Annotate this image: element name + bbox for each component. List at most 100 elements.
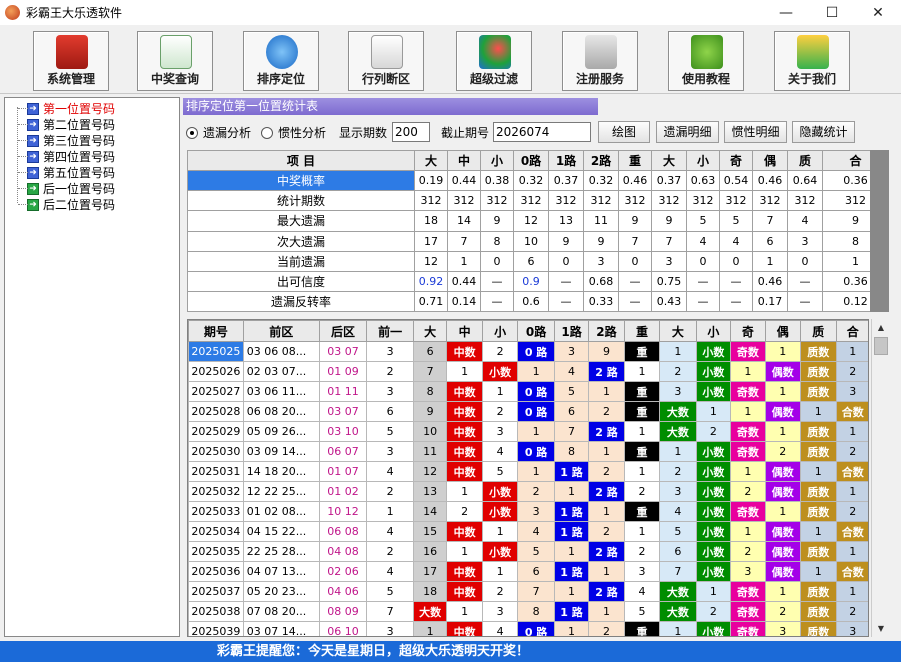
stats-cell: 0.32 xyxy=(513,170,549,192)
history-row[interactable]: 2025037 05 20 23... 04 06 5 18 中数 2 7 1 2 路 4 大数 1 奇数… xyxy=(188,581,868,602)
history-row[interactable]: 2025031 14 18 20... 01 07 4 12 中数 5 1 1 路 2 1 2 小数 1 偶… xyxy=(188,461,868,482)
history-cell: 1 xyxy=(835,421,868,442)
scroll-up-icon[interactable]: ▲ xyxy=(872,319,890,336)
history-table-wrapper[interactable]: 期号 前区 后区 前一大中小 0路 1路 2路重大小奇偶质合 2025025 03 06 08.… xyxy=(187,319,869,637)
tree-item-5[interactable]: ➜ 第五位置号码 xyxy=(13,165,115,180)
period-input[interactable]: 200 xyxy=(392,122,430,142)
history-cell: 1 xyxy=(659,341,697,362)
history-row[interactable]: 2025028 06 08 20... 03 07 6 9 中数 2 0 路 6 2 重大数 1 1 偶数… xyxy=(188,401,868,422)
stats-cell: 0.92 xyxy=(414,270,448,292)
history-cell: 中数 xyxy=(446,421,483,442)
toolbar-button-2[interactable]: 中奖查询 xyxy=(137,31,213,91)
tree-item-2[interactable]: ➜ 第二位置号码 xyxy=(13,117,115,132)
radio-miss-analysis[interactable]: 遗漏分析 xyxy=(186,124,251,141)
tree-item-label: 第五位置号码 xyxy=(43,166,116,180)
period-cell: 2025039 xyxy=(188,621,244,636)
stats-cell: 0.46 xyxy=(752,270,788,292)
history-cell: 13 xyxy=(412,481,448,502)
tree-item-6[interactable]: ➜ 后一位置号码 xyxy=(13,181,115,196)
stats-row-label: 遗漏反转率 xyxy=(187,290,415,313)
history-cell: 1 xyxy=(623,361,661,382)
stats-cell: — xyxy=(618,290,652,313)
stats-cell: 0.37 xyxy=(548,170,584,192)
key-icon xyxy=(585,35,617,69)
history-cell: 大数 xyxy=(659,601,697,622)
history-row[interactable]: 2025035 22 25 28... 04 08 2 16 1 小数 5 1 2 路 2 6 小数 2 偶… xyxy=(188,541,868,562)
tree-item-7[interactable]: ➜ 后二位置号码 xyxy=(13,197,115,212)
first-number-cell: 7 xyxy=(366,601,414,622)
history-row[interactable]: 2025039 03 07 14... 06 10 3 1 中数 4 0 路 1 2 重 1 小数 奇数 3… xyxy=(188,621,868,636)
stats-cell: 13 xyxy=(548,210,584,232)
history-cell: 质数 xyxy=(800,601,837,622)
history-cell: 8 xyxy=(553,441,590,462)
history-cell: 偶数 xyxy=(764,561,802,582)
history-cell: 小数 xyxy=(481,361,519,382)
first-number-cell: 5 xyxy=(366,581,414,602)
stats-column-header: 质 xyxy=(787,149,823,172)
history-row[interactable]: 2025027 03 06 11... 01 11 3 8 中数 1 0 路 5 1 重 3 小数 奇数 1… xyxy=(188,381,868,402)
stats-cell: — xyxy=(787,270,823,292)
history-column-header: 合 xyxy=(835,320,868,342)
history-cell: 重 xyxy=(623,441,661,462)
history-cell: 2 路 xyxy=(588,581,625,602)
scroll-down-icon[interactable]: ▼ xyxy=(872,620,890,637)
maximize-button[interactable]: ☐ xyxy=(809,0,855,25)
period-cell: 2025025 xyxy=(188,341,244,362)
stats-cell: 4 xyxy=(686,230,720,252)
miss-detail-button[interactable]: 遗漏明细 xyxy=(656,121,719,143)
history-cell: 合数 xyxy=(835,461,868,482)
first-number-cell: 3 xyxy=(366,441,414,462)
scroll-thumb[interactable] xyxy=(874,337,888,355)
history-scrollbar[interactable]: ▲ ▼ xyxy=(871,319,889,637)
history-column-header: 后区 xyxy=(318,320,368,342)
history-row[interactable]: 2025025 03 06 08... 03 07 3 6 中数 2 0 路 3 9 重 1 小数 奇数 1… xyxy=(188,341,868,362)
history-cell: 7 xyxy=(659,561,697,582)
toolbar-button-3[interactable]: 排序定位 xyxy=(243,31,319,91)
history-row[interactable]: 2025032 12 22 25... 01 02 2 13 1 小数 2 1 2 路 2 3 小数 2 偶… xyxy=(188,481,868,502)
history-row[interactable]: 2025029 05 09 26... 03 10 5 10 中数 3 1 7 2 路 1 大数 2 奇数… xyxy=(188,421,868,442)
tree-item-1[interactable]: ➜ 第一位置号码 xyxy=(13,101,115,116)
history-cell: 2 xyxy=(835,361,868,382)
stats-cell: 1 xyxy=(447,250,481,272)
history-cell: 1 xyxy=(517,461,555,482)
close-button[interactable]: ✕ xyxy=(855,0,901,25)
history-row[interactable]: 2025036 04 07 13... 02 06 4 17 中数 1 6 1 路 1 3 7 小数 3 偶… xyxy=(188,561,868,582)
toolbar-button-8[interactable]: 关于我们 xyxy=(774,31,850,91)
history-column-header: 偶 xyxy=(764,320,802,342)
history-cell: 合数 xyxy=(835,561,868,582)
stats-cell: 312 xyxy=(752,190,788,212)
history-cell: 9 xyxy=(412,401,448,422)
history-cell: 偶数 xyxy=(764,401,802,422)
history-row[interactable]: 2025033 01 02 08... 10 12 1 14 2 小数 3 1 路 1 重 4 小数 奇数… xyxy=(188,501,868,522)
history-row[interactable]: 2025034 04 15 22... 06 08 4 15 中数 1 4 1 路 2 1 5 小数 1 偶… xyxy=(188,521,868,542)
history-cell: 1 xyxy=(730,521,766,542)
history-row[interactable]: 2025030 03 09 14... 06 07 3 11 中数 4 0 路 8 1 重 1 小数 奇数… xyxy=(188,441,868,462)
history-cell: 2 路 xyxy=(588,421,625,442)
radio-inertia-analysis[interactable]: 惯性分析 xyxy=(261,124,326,141)
front-zone-cell: 05 20 23... xyxy=(242,581,320,602)
history-cell: 1 xyxy=(446,361,483,382)
tree-item-label: 第四位置号码 xyxy=(43,150,116,164)
history-row[interactable]: 2025038 07 08 20... 08 09 7 大数 1 3 8 1 路 1 5 大数 2 奇数 2… xyxy=(188,601,868,622)
tree-item-label: 第二位置号码 xyxy=(43,118,116,132)
toolbar-button-5[interactable]: 超级过滤 xyxy=(456,31,532,91)
tree-item-3[interactable]: ➜ 第三位置号码 xyxy=(13,133,115,148)
stats-cell: 0.54 xyxy=(719,170,753,192)
inertia-detail-button[interactable]: 惯性明细 xyxy=(724,121,787,143)
stats-column-header: 小 xyxy=(480,149,514,172)
cutoff-input[interactable]: 2026074 xyxy=(493,122,591,142)
history-cell: 小数 xyxy=(695,541,732,562)
period-cell: 2025031 xyxy=(188,461,244,482)
history-row[interactable]: 2025026 02 03 07... 01 09 2 7 1 小数 1 4 2 路 1 2 小数 1 偶数… xyxy=(188,361,868,382)
tree-item-4[interactable]: ➜ 第四位置号码 xyxy=(13,149,115,164)
period-label: 显示期数 xyxy=(339,126,388,140)
minimize-button[interactable]: — xyxy=(763,0,809,25)
toolbar-button-4[interactable]: 行列断区 xyxy=(348,31,424,91)
toolbar-button-6[interactable]: 注册服务 xyxy=(562,31,638,91)
history-column-header: 大 xyxy=(659,320,697,342)
history-cell: 2 xyxy=(659,461,697,482)
hide-stats-button[interactable]: 隐藏统计 xyxy=(792,121,855,143)
toolbar-button-1[interactable]: 系统管理 xyxy=(33,31,109,91)
toolbar-button-7[interactable]: 使用教程 xyxy=(668,31,744,91)
draw-button[interactable]: 绘图 xyxy=(598,121,650,143)
